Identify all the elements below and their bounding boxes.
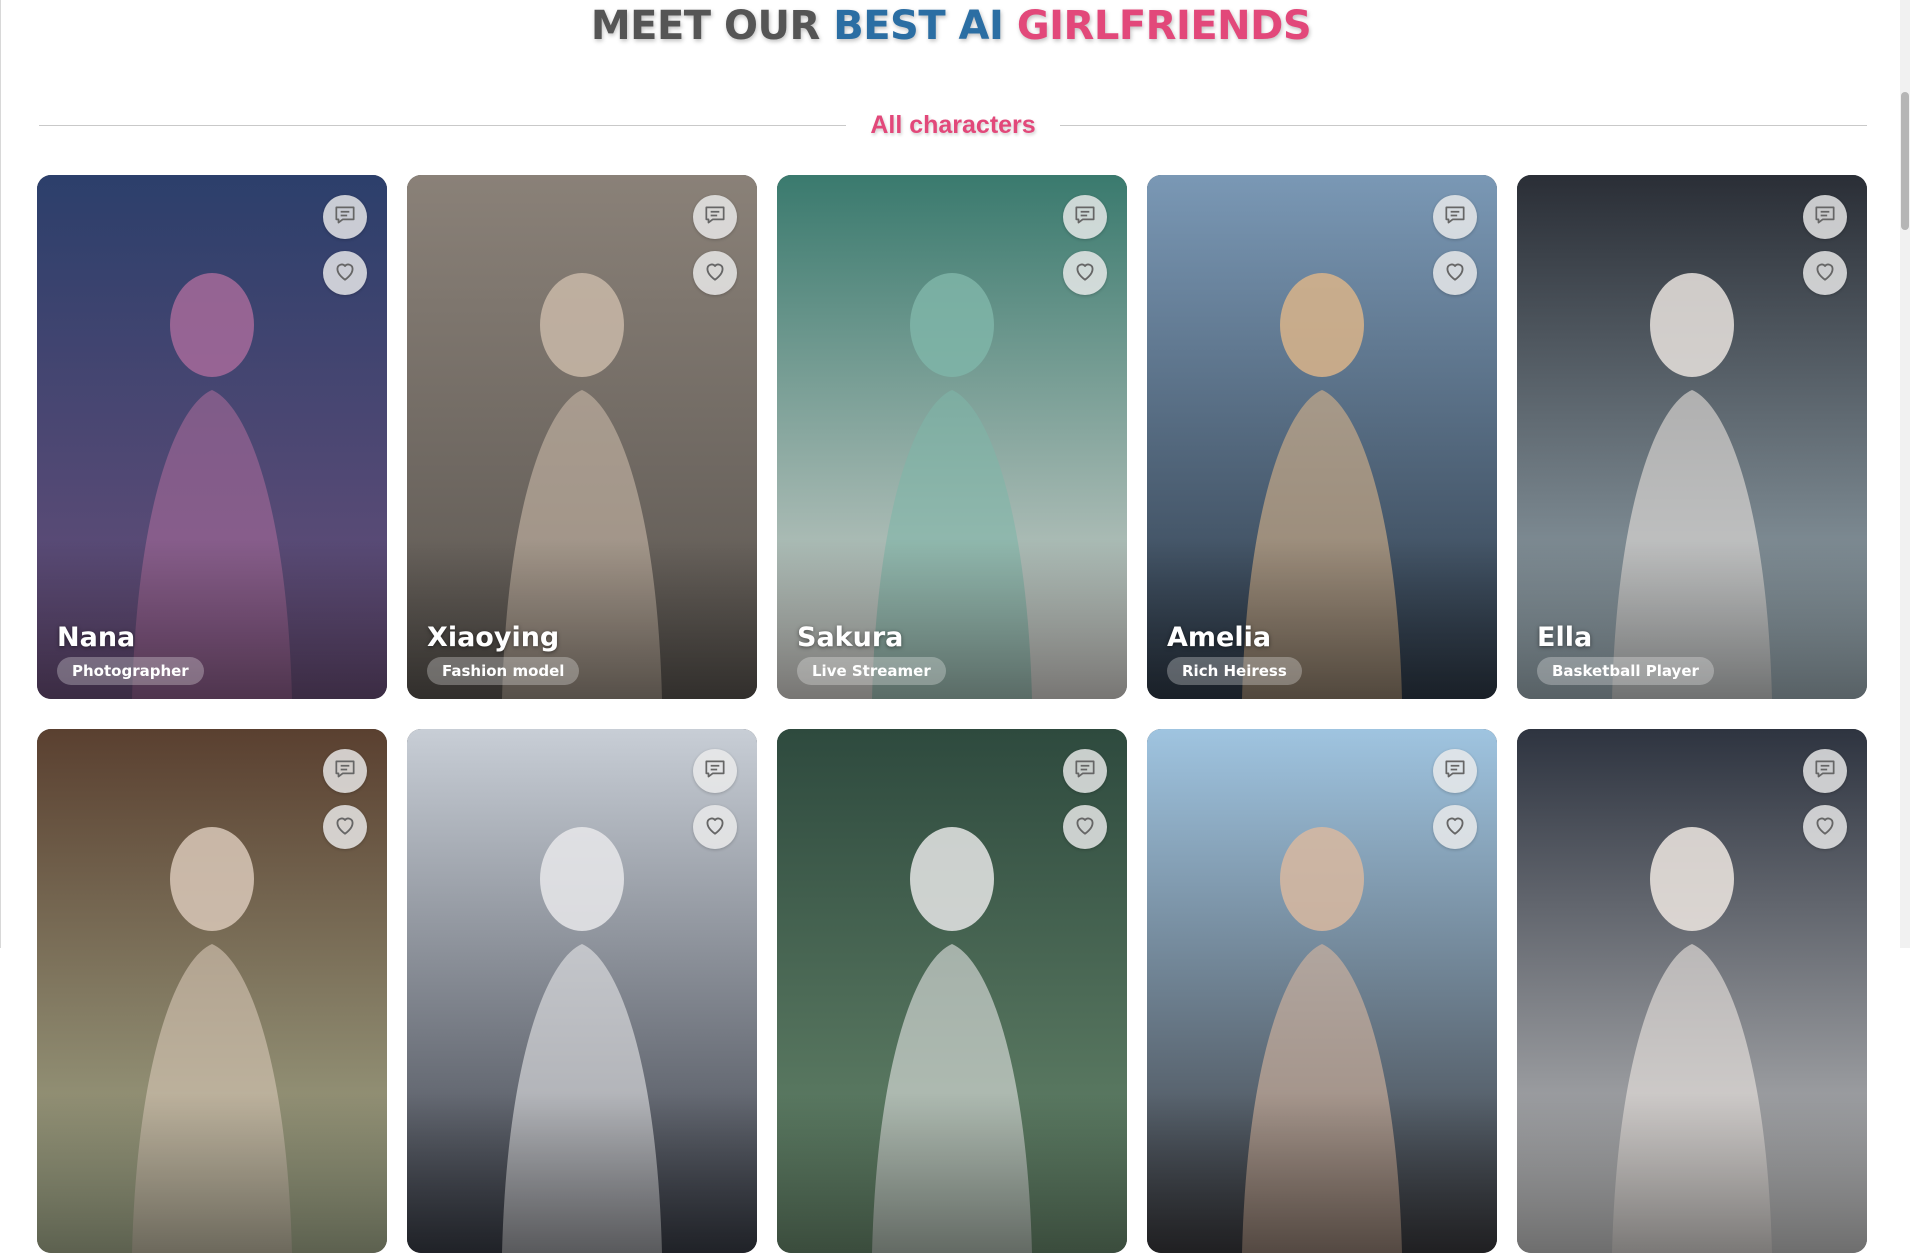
character-name: Nana [57,622,136,653]
card-gradient-overlay [1147,1093,1497,1253]
character-card[interactable] [1517,729,1867,1253]
chat-bubble-icon [1072,202,1098,233]
heart-icon [1812,812,1838,843]
section-header: All characters [39,106,1867,144]
card-gradient-overlay [1517,1093,1867,1253]
favorite-button[interactable] [1803,805,1847,849]
character-name: Xiaoying [427,622,560,653]
heart-icon [1072,258,1098,289]
chat-bubble-icon [332,756,358,787]
page: MEET OUR BEST AI GIRLFRIENDS All charact… [0,0,1910,1253]
favorite-button[interactable] [1803,251,1847,295]
chat-button[interactable] [323,749,367,793]
character-card[interactable] [1147,729,1497,1253]
character-role-badge: Live Streamer [797,657,946,685]
chat-bubble-icon [1442,202,1468,233]
chat-button[interactable] [693,195,737,239]
character-card[interactable]: Ella Basketball Player [1517,175,1867,699]
scrollbar-thumb[interactable] [1901,92,1909,230]
chat-button[interactable] [1803,749,1847,793]
favorite-button[interactable] [1433,251,1477,295]
chat-bubble-icon [1812,202,1838,233]
chat-bubble-icon [332,202,358,233]
card-gradient-overlay [37,1093,387,1253]
favorite-button[interactable] [1433,805,1477,849]
page-scrollbar[interactable] [1900,0,1910,948]
character-name: Sakura [797,622,904,653]
chat-bubble-icon [702,756,728,787]
divider-left [39,124,847,126]
chat-bubble-icon [1442,756,1468,787]
chat-bubble-icon [1812,756,1838,787]
chat-button[interactable] [1063,195,1107,239]
favorite-button[interactable] [323,251,367,295]
section-title: All characters [870,110,1036,139]
character-card[interactable] [37,729,387,1253]
chat-button[interactable] [323,195,367,239]
character-role-badge: Basketball Player [1537,657,1714,685]
character-role-badge: Photographer [57,657,204,685]
favorite-button[interactable] [693,251,737,295]
heart-icon [1812,258,1838,289]
character-card[interactable]: Amelia Rich Heiress [1147,175,1497,699]
headline-part-1: MEET OUR [590,3,834,49]
heart-icon [702,812,728,843]
chat-button[interactable] [1803,195,1847,239]
card-gradient-overlay [407,1093,757,1253]
favorite-button[interactable] [1063,251,1107,295]
character-card[interactable]: Nana Photographer [37,175,387,699]
heart-icon [702,258,728,289]
character-grid: Nana Photographer Xiaoying Fashion model Sak… [37,175,1867,1253]
heart-icon [1442,258,1468,289]
character-name: Ella [1537,622,1593,653]
heart-icon [1442,812,1468,843]
chat-button[interactable] [1433,195,1477,239]
character-role-badge: Fashion model [427,657,580,685]
character-card[interactable]: Xiaoying Fashion model [407,175,757,699]
favorite-button[interactable] [323,805,367,849]
character-card[interactable] [777,729,1127,1253]
character-card[interactable]: Sakura Live Streamer [777,175,1127,699]
chat-button[interactable] [693,749,737,793]
headline-part-3: GIRLFRIENDS [1016,3,1312,49]
chat-bubble-icon [702,202,728,233]
page-headline: MEET OUR BEST AI GIRLFRIENDS [1,0,1901,52]
heart-icon [332,812,358,843]
headline-part-2: BEST AI [833,3,1017,49]
character-role-badge: Rich Heiress [1167,657,1302,685]
card-gradient-overlay [777,1093,1127,1253]
chat-button[interactable] [1433,749,1477,793]
heart-icon [332,258,358,289]
heart-icon [1072,812,1098,843]
chat-button[interactable] [1063,749,1107,793]
character-name: Amelia [1167,622,1272,653]
chat-bubble-icon [1072,756,1098,787]
character-card[interactable] [407,729,757,1253]
divider-right [1059,124,1867,126]
favorite-button[interactable] [693,805,737,849]
favorite-button[interactable] [1063,805,1107,849]
